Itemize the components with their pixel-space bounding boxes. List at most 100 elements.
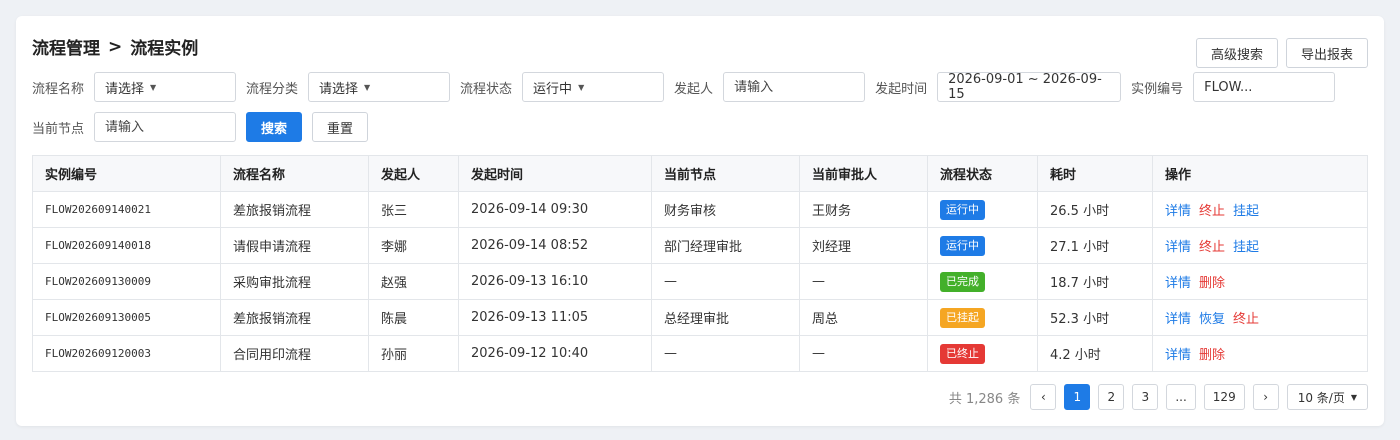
page-button-last[interactable]: 129 [1203,384,1245,410]
row-action-link[interactable]: 恢复 [1199,312,1225,327]
filter-bar: 流程名称 请选择 ▼ 流程分类 请选择 ▼ 流程状态 运行中 ▼ 发起人 发起时… [32,72,1372,152]
actions-cell: 详情 删除 [1152,263,1368,300]
page-button-1[interactable]: 1 [1064,384,1091,410]
approver-cell: 王财务 [799,191,928,228]
row-action-link[interactable]: 详情 [1165,204,1191,219]
row-action-link[interactable]: 终止 [1233,312,1259,327]
current-node-cell: 财务审核 [651,191,800,228]
status-cell: 运行中 [927,191,1038,228]
start-time-cell: 2026-09-12 10:40 [458,335,652,372]
start-time-cell: 2026-09-13 11:05 [458,299,652,336]
page-ellipsis[interactable]: ... [1166,384,1196,410]
process-category-label: 流程分类 [246,81,299,97]
page-button-2[interactable]: 2 [1098,384,1125,410]
column-header[interactable]: 实例编号 [32,155,221,192]
duration-cell: 18.7 小时 [1037,263,1153,300]
process-status-select[interactable]: 运行中 ▼ [522,72,665,102]
initiator-cell: 张三 [368,191,459,228]
table-row: FLOW202609130009 采购审批流程 赵强 2026-09-13 16:10… [32,263,1368,300]
process-name-cell: 采购审批流程 [220,263,369,300]
table-row: FLOW202609140018 请假申请流程 李娜 2026-09-14 08:52… [32,227,1368,264]
row-action-link[interactable]: 终止 [1199,240,1225,255]
column-header: 操作 [1152,155,1368,192]
column-header[interactable]: 当前审批人 [799,155,928,192]
column-header[interactable]: 流程名称 [220,155,369,192]
table-row: FLOW202609130005 差旅报销流程 陈晨 2026-09-13 11:05… [32,299,1368,336]
status-badge: 已终止 [940,343,985,364]
reset-button[interactable]: 重置 [312,112,369,142]
row-action-link[interactable]: 详情 [1165,276,1191,291]
breadcrumb-parent[interactable]: 流程管理 [32,34,100,59]
actions-cell: 详情 删除 [1152,335,1368,372]
prev-page-button[interactable]: ‹ [1030,384,1057,410]
approver-cell: 刘经理 [799,227,928,264]
initiator-input[interactable] [734,79,855,95]
start-time-label: 发起时间 [875,81,928,97]
current-node-cell: 部门经理审批 [651,227,800,264]
column-header[interactable]: 当前节点 [651,155,800,192]
duration-cell: 4.2 小时 [1037,335,1153,372]
instance-id-cell[interactable]: FLOW202609130009 [32,263,221,300]
current-node-field[interactable] [94,112,237,142]
table-body: FLOW202609140021 差旅报销流程 张三 2026-09-14 09:30… [32,191,1368,372]
caret-down-icon: ▼ [578,82,585,92]
instance-id-cell[interactable]: FLOW202609140018 [32,227,221,264]
approver-cell: — [799,263,928,300]
total-count: 共 1,286 条 [948,391,1021,407]
initiator-cell: 孙丽 [368,335,459,372]
next-page-button[interactable]: › [1252,384,1279,410]
initiator-label: 发起人 [674,81,714,97]
column-header[interactable]: 流程状态 [927,155,1038,192]
actions-cell: 详情 终止 挂起 [1152,191,1368,228]
process-name-cell: 差旅报销流程 [220,191,369,228]
initiator-field[interactable] [723,72,866,102]
status-cell: 已完成 [927,263,1038,300]
current-node-input[interactable] [105,119,226,135]
row-action-link[interactable]: 详情 [1165,312,1191,327]
column-header[interactable]: 发起人 [368,155,459,192]
current-node-cell: 总经理审批 [651,299,800,336]
row-action-link[interactable]: 详情 [1165,348,1191,363]
table-row: FLOW202609120003 合同用印流程 孙丽 2026-09-12 10:40… [32,335,1368,372]
table-header-row: 实例编号 流程名称 发起人 发起时间 当前节点 当前审批人 流程状态 耗时 操作 [32,155,1368,192]
process-instance-table: 实例编号 流程名称 发起人 发起时间 当前节点 当前审批人 流程状态 耗时 操作… [32,155,1368,372]
column-header[interactable]: 发起时间 [458,155,652,192]
start-time-value: 2026-09-01 ~ 2026-09-15 [948,72,1102,102]
row-action-link[interactable]: 终止 [1199,204,1225,219]
duration-cell: 26.5 小时 [1037,191,1153,228]
process-instance-card: 流程管理 > 流程实例 高级搜索 导出报表 流程名称 请选择 ▼ 流程分类 请选… [16,16,1384,426]
current-node-label: 当前节点 [32,121,85,137]
process-category-select[interactable]: 请选择 ▼ [308,72,451,102]
row-action-link[interactable]: 挂起 [1233,240,1259,255]
status-cell: 运行中 [927,227,1038,264]
page-size-select[interactable]: 10 条/页 ▼ [1286,384,1368,410]
instance-no-field[interactable]: FLOW... [1193,72,1336,102]
export-report-button[interactable]: 导出报表 [1285,38,1368,68]
row-action-link[interactable]: 删除 [1199,348,1225,363]
current-node-cell: — [651,263,800,300]
start-time-cell: 2026-09-14 09:30 [458,191,652,228]
instance-id-cell[interactable]: FLOW202609130005 [32,299,221,336]
instance-id-cell[interactable]: FLOW202609120003 [32,335,221,372]
actions-cell: 详情 终止 挂起 [1152,227,1368,264]
search-button[interactable]: 搜索 [246,112,303,142]
instance-no-value: FLOW... [1204,79,1253,95]
advanced-search-button[interactable]: 高级搜索 [1195,38,1278,68]
approver-cell: 周总 [799,299,928,336]
instance-no-label: 实例编号 [1131,81,1184,97]
process-name-select[interactable]: 请选择 ▼ [94,72,237,102]
row-action-link[interactable]: 挂起 [1233,204,1259,219]
row-action-link[interactable]: 删除 [1199,276,1225,291]
column-header[interactable]: 耗时 [1037,155,1153,192]
process-category-value: 请选择 [319,81,359,97]
caret-down-icon: ▼ [1350,392,1357,402]
status-badge: 运行中 [940,199,985,220]
caret-down-icon: ▼ [150,82,157,92]
start-time-range-picker[interactable]: 2026-09-01 ~ 2026-09-15 [937,72,1122,102]
instance-id-cell[interactable]: FLOW202609140021 [32,191,221,228]
page-button-3[interactable]: 3 [1132,384,1159,410]
pagination: 共 1,286 条 ‹ 1 2 3 ... 129 › 10 条/页 ▼ [949,384,1368,410]
process-name-cell: 合同用印流程 [220,335,369,372]
process-name-label: 流程名称 [32,81,85,97]
row-action-link[interactable]: 详情 [1165,240,1191,255]
